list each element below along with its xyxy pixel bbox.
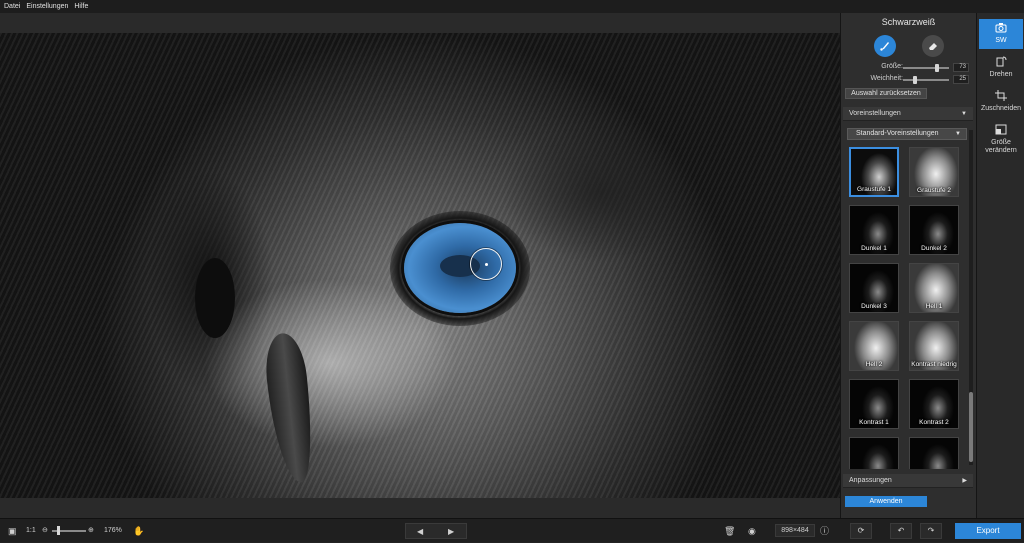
preset-label: Dunkel 3	[861, 303, 887, 310]
preset-label: Dunkel 1	[861, 245, 887, 252]
adjustments-header[interactable]: Anpassungen ▶	[843, 474, 973, 488]
rotate-icon	[979, 56, 1023, 70]
info-icon[interactable]: ⓘ	[820, 519, 829, 543]
rail-item-label: Drehen	[989, 71, 1013, 78]
owl-left-eye	[195, 258, 235, 338]
preset-label: Graustufe 2	[917, 187, 951, 194]
preset-thumbnail[interactable]	[849, 437, 899, 469]
preset-label: Hell 1	[925, 303, 943, 310]
panel-title: Schwarzweiß	[881, 17, 936, 27]
chevron-down-icon: ▼	[955, 131, 961, 137]
next-image-icon[interactable]: ▶	[448, 524, 454, 539]
fit-screen-icon[interactable]: ▣	[8, 519, 17, 543]
apply-button[interactable]: Anwenden	[845, 496, 927, 507]
preset-label: Kontrast niedrig	[911, 361, 957, 368]
undo-icon: ↶	[897, 526, 905, 535]
menu-item-file[interactable]: Datei	[4, 0, 20, 13]
tool-rail: SW Drehen Zuschneiden Größe verändern	[976, 13, 1024, 518]
size-label: Größe:	[881, 63, 903, 70]
undo-button[interactable]: ↶	[890, 523, 912, 539]
reset-selection-button[interactable]: Auswahl zurücksetzen	[845, 88, 927, 99]
zoom-out-icon[interactable]: ⊖	[42, 519, 48, 543]
preset-scroll-thumb[interactable]	[969, 392, 973, 462]
preset-select[interactable]: Standard-Voreinstellungen ▼	[847, 128, 967, 140]
preset-thumbnail[interactable]: Hell 2	[849, 321, 899, 371]
crop-icon	[979, 90, 1023, 104]
preset-thumbnail[interactable]: Kontrast 1	[849, 379, 899, 429]
resize-icon	[979, 124, 1023, 138]
preset-thumbnail[interactable]: Kontrast 2	[909, 379, 959, 429]
menu-item-help[interactable]: Hilfe	[74, 0, 88, 13]
rail-item-label: Größe verändern	[985, 139, 1017, 154]
menu-item-settings[interactable]: Einstellungen	[26, 0, 68, 13]
size-slider-row: Größe: 73	[841, 63, 977, 73]
presets-header-label: Voreinstellungen	[849, 110, 901, 117]
reset-button[interactable]: ⟳	[850, 523, 872, 539]
bw-panel: Schwarzweiß Größe: 73 Weichheit: 25 Ausw…	[840, 13, 976, 518]
owl-photo[interactable]	[0, 33, 840, 498]
export-button[interactable]: Export	[955, 523, 1021, 539]
zoom-percent: 176%	[104, 527, 122, 534]
preset-scrollbar[interactable]	[969, 130, 973, 465]
size-slider-knob[interactable]	[934, 64, 939, 72]
chevron-down-icon: ▼	[961, 111, 967, 117]
softness-value[interactable]: 25	[953, 75, 969, 84]
zoom-in-icon[interactable]: ⊕	[88, 519, 94, 543]
preset-label: Graustufe 1	[857, 186, 891, 193]
redo-button[interactable]: ↷	[920, 523, 942, 539]
preset-label: Hell 2	[865, 361, 883, 368]
menu-bar: Datei Einstellungen Hilfe	[0, 0, 1024, 13]
previous-image-icon[interactable]: ◀	[417, 524, 423, 539]
zoom-slider-knob[interactable]	[57, 526, 61, 535]
size-value[interactable]: 73	[953, 63, 969, 72]
preset-thumbnail[interactable]: Kontrast niedrig	[909, 321, 959, 371]
rail-item-crop[interactable]: Zuschneiden	[979, 87, 1023, 117]
refresh-icon: ⟳	[857, 526, 865, 535]
softness-slider-row: Weichheit: 25	[841, 75, 977, 85]
softness-label: Weichheit:	[870, 75, 903, 82]
bottom-toolbar: ▣ 1:1 ⊖ ⊕ 176% ✋ ◀ ▶ 🗑 ◉ 898×484 ⓘ ⟳ ↶ ↷…	[0, 518, 1024, 542]
redo-icon: ↷	[927, 526, 935, 535]
preset-label: Dunkel 2	[921, 245, 947, 252]
preset-thumbnail[interactable]: Graustufe 1	[849, 147, 899, 197]
eraser-icon	[928, 43, 937, 50]
brush-icon	[879, 42, 889, 51]
chevron-right-icon: ▶	[962, 478, 967, 484]
softness-slider[interactable]	[903, 76, 949, 84]
preset-thumbnail[interactable]: Dunkel 1	[849, 205, 899, 255]
preset-thumbnail[interactable]: Dunkel 3	[849, 263, 899, 313]
preset-thumbnail[interactable]: Hell 1	[909, 263, 959, 313]
preset-label: Kontrast 1	[859, 419, 889, 426]
brush-tools	[841, 35, 976, 57]
eye-icon[interactable]: ◉	[748, 519, 756, 543]
presets-header[interactable]: Voreinstellungen ▼	[843, 107, 973, 121]
hand-tool-icon[interactable]: ✋	[133, 519, 144, 543]
preset-label: Kontrast 2	[919, 419, 949, 426]
image-canvas[interactable]: ◀ ▶	[0, 13, 840, 526]
rail-item-resize[interactable]: Größe verändern	[979, 121, 1023, 161]
image-navigation: ◀ ▶	[405, 523, 467, 539]
adjustments-header-label: Anpassungen	[849, 477, 892, 484]
softness-slider-knob[interactable]	[912, 76, 917, 84]
eraser-button[interactable]	[921, 35, 944, 57]
actual-size-button[interactable]: 1:1	[26, 519, 36, 543]
rail-item-bw[interactable]: SW	[979, 19, 1023, 49]
preset-select-value: Standard-Voreinstellungen	[856, 130, 939, 137]
rail-item-label: Zuschneiden	[980, 105, 1022, 112]
rail-item-label: SW	[995, 37, 1007, 44]
brush-button[interactable]	[873, 35, 896, 57]
image-dimensions: 898×484	[775, 524, 815, 537]
preset-grid: Graustufe 1 Graustufe 2 Dunkel 1 Dunkel 2 Du…	[849, 147, 967, 469]
camera-icon	[979, 22, 1023, 36]
rail-item-rotate[interactable]: Drehen	[979, 53, 1023, 83]
brush-cursor	[470, 248, 502, 280]
preset-thumbnail[interactable]: Graustufe 2	[909, 147, 959, 197]
size-slider[interactable]	[903, 64, 949, 72]
trash-icon[interactable]: 🗑	[724, 519, 735, 543]
preset-thumbnail[interactable]: Dunkel 2	[909, 205, 959, 255]
preset-thumbnail[interactable]	[909, 437, 959, 469]
